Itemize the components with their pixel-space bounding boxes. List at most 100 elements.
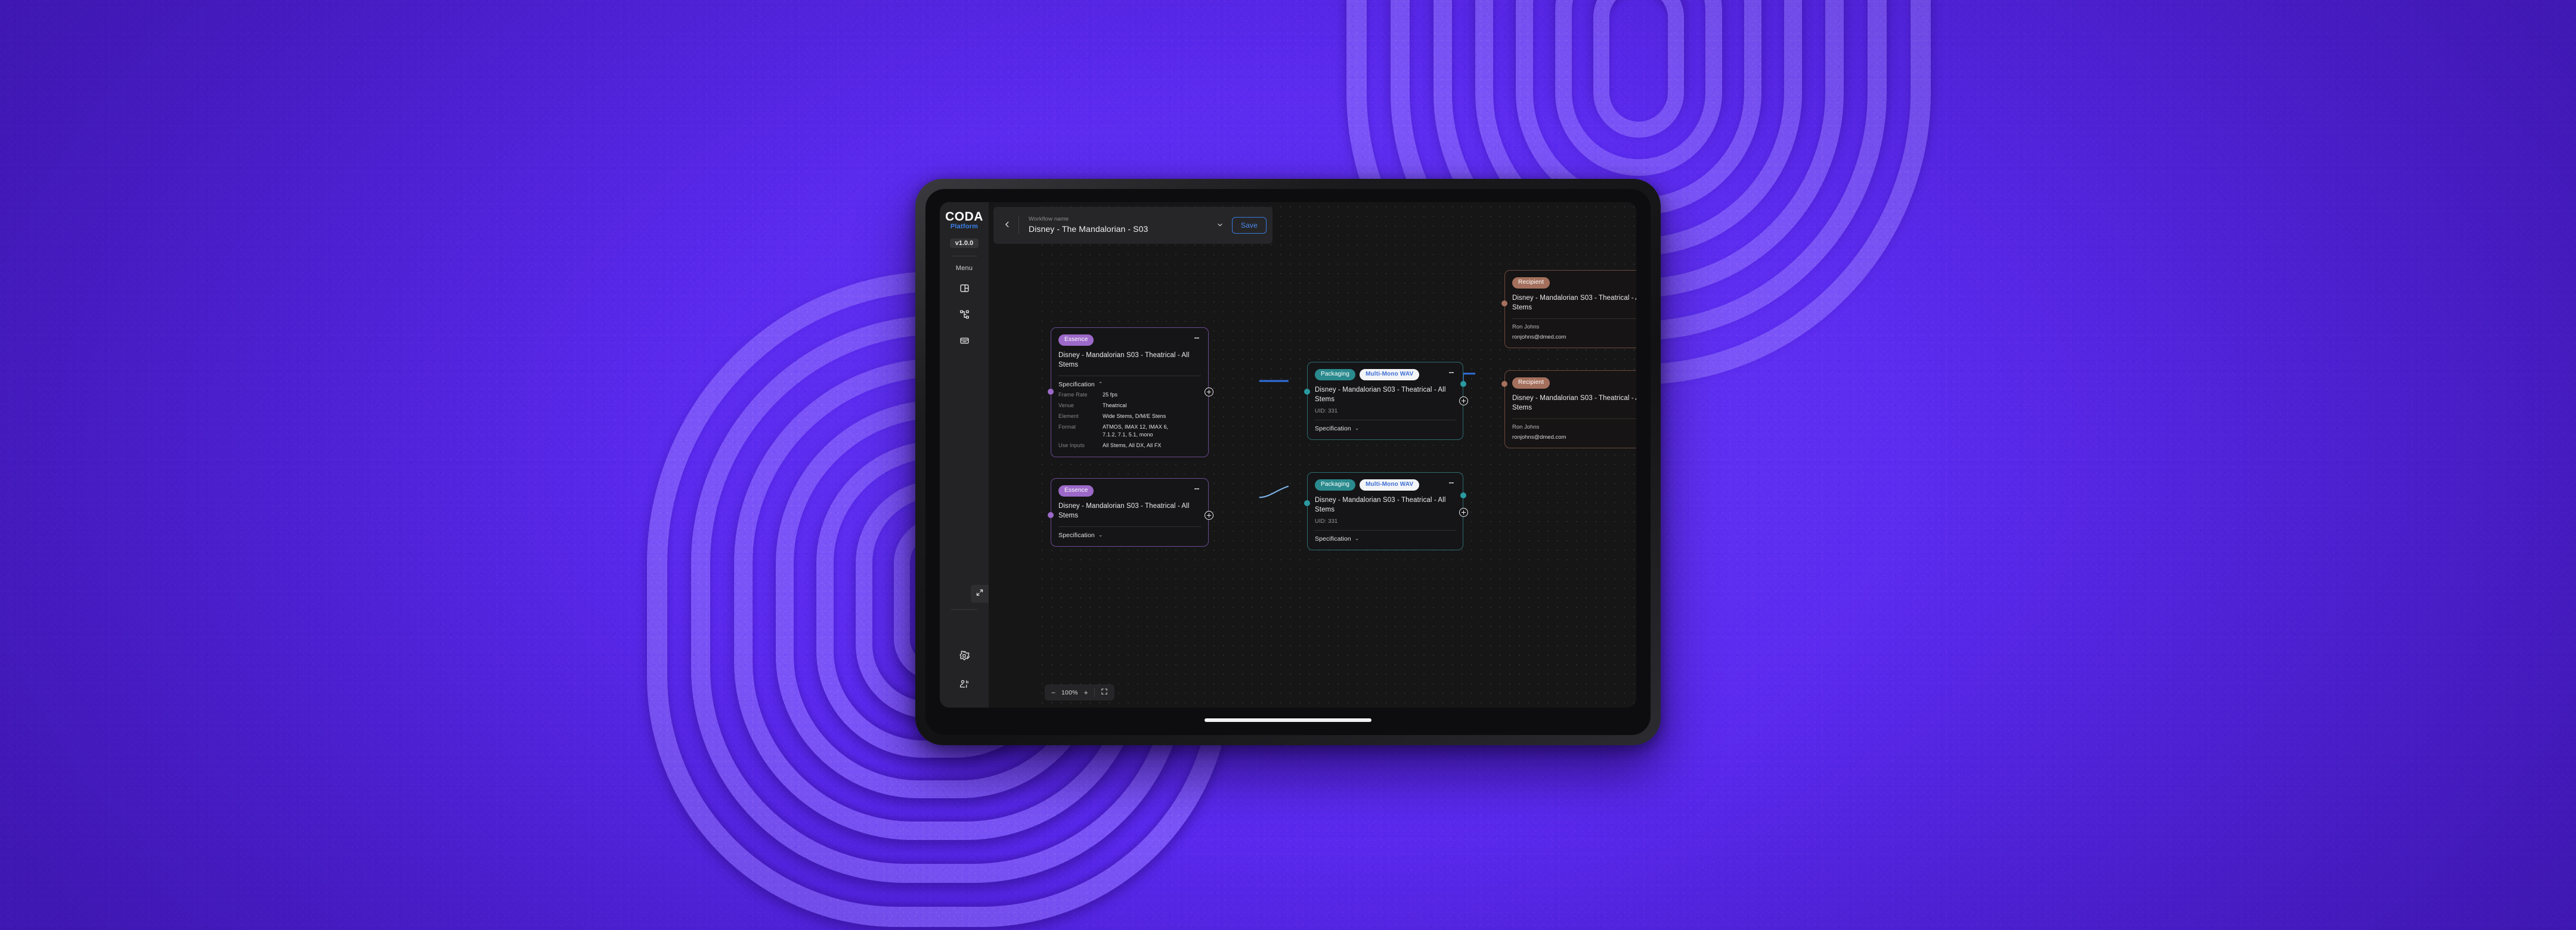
node-uid: UID: 331 <box>1315 407 1338 414</box>
add-connection-button-packaging-1[interactable] <box>1459 396 1468 405</box>
spec-row: Use Inputs All Stems, All DX, All FX <box>1058 442 1201 450</box>
node-type-chip: Recipient <box>1512 277 1550 289</box>
node-format-chip: Multi-Mono WAV <box>1360 479 1420 491</box>
zoom-out-button[interactable]: − <box>1047 684 1060 700</box>
spec-value: All Stems, All DX, All FX <box>1103 442 1162 449</box>
node-type-chip: Essence <box>1058 334 1094 346</box>
add-connection-button-packaging-2[interactable] <box>1459 508 1468 517</box>
workflow-header: Workflow name Disney - The Mandalorian -… <box>993 207 1272 244</box>
chevron-up-icon: ⌃ <box>1098 381 1103 388</box>
node-menu-button[interactable] <box>1193 485 1201 491</box>
node-essence-2[interactable]: Essence Disney - Mandalorian S03 - Theat… <box>1051 478 1209 547</box>
user-settings-icon <box>959 679 970 690</box>
add-connection-button-essence-1[interactable] <box>1205 388 1213 396</box>
logo-primary-text: CODA <box>945 210 983 224</box>
node-title: Disney - Mandalorian S03 - Theatrical - … <box>1315 496 1446 514</box>
gear-icon <box>959 650 970 661</box>
workflow-dropdown-button[interactable] <box>1213 221 1232 230</box>
node-divider <box>1512 318 1636 319</box>
node-recipient-2[interactable]: Recipient Disney - Mandalorian S03 - The… <box>1504 370 1636 448</box>
workflow-canvas[interactable]: Essence Disney - Mandalorian S03 - Theat… <box>1038 202 1636 708</box>
header-divider <box>1018 216 1019 234</box>
recipient-name: Ron Johns <box>1512 323 1540 330</box>
back-button[interactable] <box>999 215 1015 235</box>
node-input-handle-recipient-2[interactable] <box>1501 381 1507 387</box>
node-divider <box>1512 418 1636 419</box>
spec-row: Element Wide Stems, D/M/E Stens <box>1058 413 1201 420</box>
chevron-down-icon: ⌄ <box>1354 535 1360 542</box>
spec-row: Format ATMOS, IMAX 12, IMAX 6, 7.1.2, 7.… <box>1058 423 1201 439</box>
node-input-handle-packaging-2[interactable] <box>1304 500 1310 506</box>
spec-key: Format <box>1058 423 1076 430</box>
sidebar-item-account[interactable] <box>956 677 972 692</box>
tablet-bezel: CODA Platform v1.0.0 Menu Essence Disney… <box>925 189 1651 735</box>
node-title: Disney - Mandalorian S03 - Theatrical - … <box>1058 351 1190 369</box>
specification-label: Specification <box>1058 531 1095 539</box>
spec-value: Wide Stems, D/M/E Stens <box>1103 413 1166 419</box>
sidebar-collapse-button[interactable] <box>971 585 989 603</box>
workflow-name-value: Disney - The Mandalorian - S03 <box>1029 224 1148 234</box>
node-menu-button[interactable] <box>1193 334 1201 340</box>
sidebar-item-workflows[interactable] <box>956 306 972 322</box>
save-button[interactable]: Save <box>1231 217 1267 234</box>
fit-to-screen-button[interactable] <box>1097 684 1112 700</box>
tablet-device: CODA Platform v1.0.0 Menu Essence Disney… <box>915 179 1661 745</box>
spec-value: 25 fps <box>1103 391 1118 398</box>
sidebar-item-settings[interactable] <box>956 648 972 664</box>
chevron-left-icon <box>1004 219 1011 231</box>
zoom-controls: − 100% + <box>1045 684 1114 700</box>
node-title: Disney - Mandalorian S03 - Theatrical - … <box>1512 294 1636 312</box>
node-menu-button[interactable] <box>1447 479 1456 485</box>
specification-table: Frame Rate 25 fps Venue Theatrical Eleme… <box>1058 391 1201 450</box>
chevron-down-icon: ⌄ <box>1098 532 1103 538</box>
sidebar-item-library[interactable] <box>956 333 972 348</box>
specification-toggle[interactable]: Specification ⌄ <box>1315 535 1456 542</box>
node-input-handle-recipient-1[interactable] <box>1501 300 1507 306</box>
workflow-name-label: Workflow name <box>1029 215 1069 222</box>
spec-key: Frame Rate <box>1058 391 1088 398</box>
specification-toggle[interactable]: Specification ⌃ <box>1058 381 1201 388</box>
node-recipient-1[interactable]: Recipient Disney - Mandalorian S03 - The… <box>1504 270 1636 348</box>
node-title: Disney - Mandalorian S03 - Theatrical - … <box>1058 502 1190 520</box>
spec-key: Element <box>1058 413 1079 419</box>
node-output-handle-packaging-2[interactable] <box>1460 492 1466 498</box>
node-menu-button[interactable] <box>1447 369 1456 374</box>
sidebar-item-dashboard[interactable] <box>956 280 972 296</box>
zoom-divider <box>1094 688 1095 697</box>
app-logo: CODA Platform <box>945 210 983 230</box>
sidebar-bottom-divider <box>951 609 977 610</box>
node-packaging-2[interactable]: Packaging Multi-Mono WAV Disney - Mandal… <box>1307 472 1463 550</box>
node-input-handle-essence-1[interactable] <box>1048 389 1054 395</box>
workflow-name-field[interactable]: Workflow name Disney - The Mandalorian -… <box>1029 216 1213 235</box>
sidebar-nav <box>956 280 972 348</box>
zoom-in-button[interactable]: + <box>1080 684 1092 700</box>
node-title: Disney - Mandalorian S03 - Theatrical - … <box>1512 394 1636 412</box>
recipient-name: Ron Johns <box>1512 423 1540 430</box>
sidebar: CODA Platform v1.0.0 Menu <box>940 202 989 708</box>
spec-value: ATMOS, IMAX 12, IMAX 6, 7.1.2, 7.1, 5.1,… <box>1103 423 1169 438</box>
node-input-handle-packaging-1[interactable] <box>1304 389 1310 395</box>
node-header: Essence <box>1058 485 1201 497</box>
specification-toggle[interactable]: Specification ⌄ <box>1058 532 1201 539</box>
specification-label: Specification <box>1315 535 1351 542</box>
zoom-level-label: 100% <box>1061 689 1078 696</box>
logo-secondary-text: Platform <box>950 223 979 230</box>
add-connection-button-essence-2[interactable] <box>1205 511 1213 520</box>
node-input-handle-essence-2[interactable] <box>1048 512 1054 518</box>
node-type-chip: Packaging <box>1315 479 1356 491</box>
specification-toggle[interactable]: Specification ⌄ <box>1315 425 1456 432</box>
node-uid: UID: 331 <box>1315 517 1338 525</box>
node-header: Packaging Multi-Mono WAV <box>1315 479 1456 491</box>
node-essence-1[interactable]: Essence Disney - Mandalorian S03 - Theat… <box>1051 327 1209 458</box>
recipient-email: ronjohns@dmed.com <box>1512 333 1566 340</box>
tablet-screen: CODA Platform v1.0.0 Menu Essence Disney… <box>940 202 1636 708</box>
menu-label: Menu <box>955 265 973 272</box>
sidebar-bottom-nav <box>956 648 972 692</box>
node-output-handle-packaging-1[interactable] <box>1460 381 1466 387</box>
node-header: Recipient <box>1512 377 1636 389</box>
collapse-arrows-icon <box>976 588 984 600</box>
version-badge: v1.0.0 <box>949 238 979 249</box>
spec-key: Venue <box>1058 402 1075 408</box>
node-header: Essence <box>1058 334 1201 346</box>
node-packaging-1[interactable]: Packaging Multi-Mono WAV Disney - Mandal… <box>1307 362 1463 440</box>
